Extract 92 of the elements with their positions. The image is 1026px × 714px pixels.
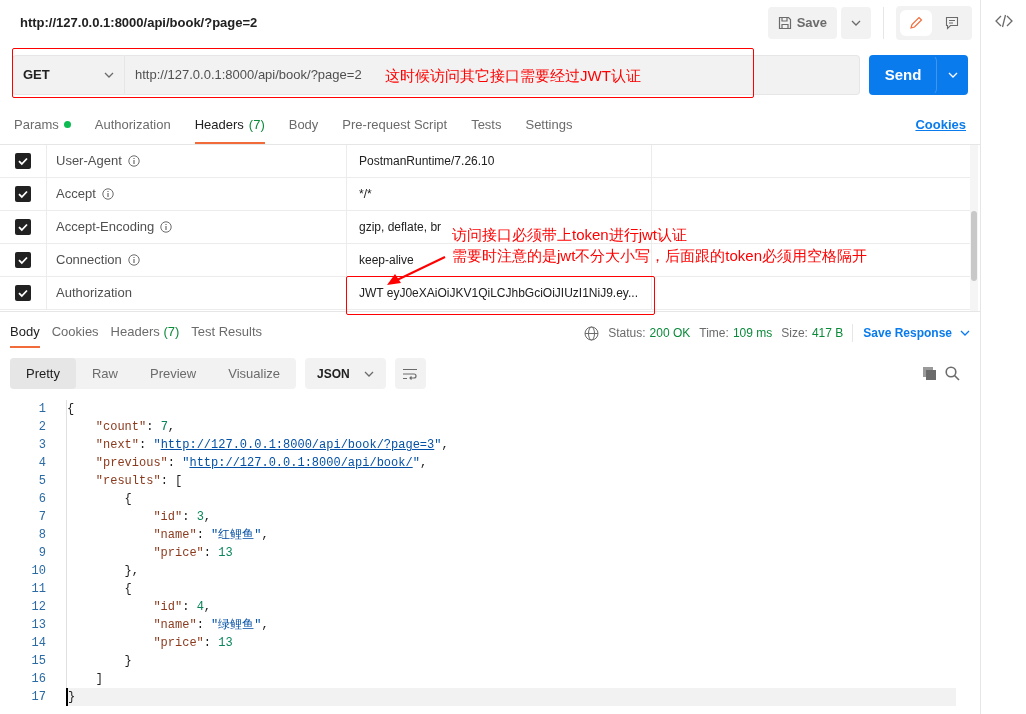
globe-icon[interactable]	[584, 325, 600, 341]
request-tab[interactable]: Body	[288, 114, 319, 144]
line-number: 2	[37, 419, 46, 436]
response-tab[interactable]: Test Results	[191, 318, 263, 348]
scrollbar-thumb[interactable]	[971, 211, 977, 281]
code-line: "name": "红鲤鱼",	[66, 526, 956, 544]
header-key: Accept-Encoding	[56, 217, 155, 237]
line-number: 8	[37, 527, 46, 544]
line-number: 7	[37, 509, 46, 526]
wrap-lines-icon	[402, 367, 419, 380]
request-tab[interactable]: Tests	[471, 114, 502, 144]
code-line: "price": 13	[66, 544, 956, 562]
line-number: 12	[30, 599, 46, 616]
meta-value: 200 OK	[649, 325, 691, 342]
checkbox[interactable]	[15, 252, 31, 268]
checkbox[interactable]	[15, 219, 31, 235]
meta-label: Time:	[699, 325, 729, 342]
caret-icon	[947, 72, 958, 78]
line-number: 1	[37, 401, 46, 418]
comment-icon	[945, 16, 959, 30]
line-number: 13	[30, 617, 46, 634]
code-line: "price": 13	[66, 634, 956, 652]
meta-value: 109 ms	[732, 325, 773, 342]
line-number: 5	[37, 473, 46, 490]
code-line: "results": [	[66, 472, 956, 490]
header-key: Authorization	[56, 283, 132, 303]
pencil-icon	[909, 16, 923, 30]
caret-icon	[851, 20, 861, 26]
code-line: "id": 3,	[66, 508, 956, 526]
caret-icon	[363, 370, 374, 377]
code-line: "previous": "http://127.0.0.1:8000/api/book/",	[66, 454, 956, 472]
line-number: 10	[30, 563, 46, 580]
checkbox[interactable]	[15, 153, 31, 169]
checkbox[interactable]	[15, 285, 31, 301]
header-key: User-Agent	[56, 151, 122, 171]
code-line: "next": "http://127.0.0.1:8000/api/book/?page=3",	[66, 436, 956, 454]
code-line: {	[66, 580, 956, 598]
meta-value: 417 B	[811, 325, 844, 342]
wrap-button[interactable]	[394, 358, 426, 389]
code-line: "id": 4,	[66, 598, 956, 616]
edit-button[interactable]	[900, 10, 932, 36]
search-icon[interactable]	[945, 366, 960, 381]
request-tab[interactable]: Pre-request Script	[342, 114, 448, 144]
caret-icon	[104, 72, 114, 78]
view-mode-tab[interactable]: Raw	[75, 358, 134, 389]
meta-label: Status:	[608, 325, 646, 342]
annotation-text: 需要时注意的是jwt不分大小写，后面跟的token必须用空格隔开	[452, 246, 868, 266]
request-tab[interactable]: Headers (7)	[194, 114, 265, 144]
code-line: "count": 7,	[66, 418, 956, 436]
response-tab[interactable]: Headers (7)	[110, 318, 180, 348]
line-number: 6	[37, 491, 46, 508]
line-number: 11	[30, 581, 46, 598]
method-select[interactable]: GET	[12, 55, 125, 95]
request-tab[interactable]: Settings	[525, 114, 573, 144]
view-mode-tab[interactable]: Pretty	[10, 358, 76, 389]
format-select[interactable]: JSON	[305, 358, 386, 389]
request-title: http://127.0.0.1:8000/api/book/?page=2	[20, 14, 258, 33]
caret-icon	[960, 330, 970, 336]
header-value: */*	[359, 186, 372, 203]
request-tab[interactable]: Authorization	[94, 114, 171, 144]
save-response-button[interactable]: Save Response	[852, 324, 970, 342]
copy-icon[interactable]	[922, 366, 937, 381]
cookies-link[interactable]: Cookies	[915, 114, 966, 144]
meta-label: Size:	[781, 325, 808, 342]
line-number: 17	[30, 689, 46, 706]
code-line: {	[66, 490, 956, 508]
code-icon[interactable]	[994, 14, 1013, 28]
line-number: 9	[37, 545, 46, 562]
header-key: Accept	[56, 184, 96, 204]
view-mode-tab[interactable]: Preview	[134, 358, 213, 389]
request-tab[interactable]: Params	[14, 114, 71, 144]
header-value: keep-alive	[359, 252, 414, 269]
line-number: 4	[37, 455, 46, 472]
header-key: Connection	[56, 250, 122, 270]
response-tab[interactable]: Body	[10, 318, 40, 348]
annotation-text: 访问接口必须带上token进行jwt认证	[452, 225, 689, 245]
save-button[interactable]: Save	[767, 7, 837, 39]
view-mode-tab[interactable]: Visualize	[212, 358, 297, 389]
line-number: 16	[30, 671, 46, 688]
response-tab[interactable]: Cookies	[51, 318, 99, 348]
checkbox[interactable]	[15, 186, 31, 202]
header-value: gzip, deflate, br	[359, 219, 442, 236]
line-number: 3	[37, 437, 46, 454]
code-line: }	[66, 652, 956, 670]
line-number: 15	[30, 653, 46, 670]
code-line: },	[66, 562, 956, 580]
annotation-text: 这时候访问其它接口需要经过JWT认证	[385, 66, 641, 86]
code-line: "name": "绿鲤鱼",	[66, 616, 956, 634]
header-value: PostmanRuntime/7.26.10	[359, 153, 495, 170]
header-value: JWT eyJ0eXAiOiJKV1QiLCJhbGciOiJIUzI1NiJ9.ey...	[359, 285, 638, 302]
line-number: 14	[30, 635, 46, 652]
code-line: {	[66, 400, 956, 418]
